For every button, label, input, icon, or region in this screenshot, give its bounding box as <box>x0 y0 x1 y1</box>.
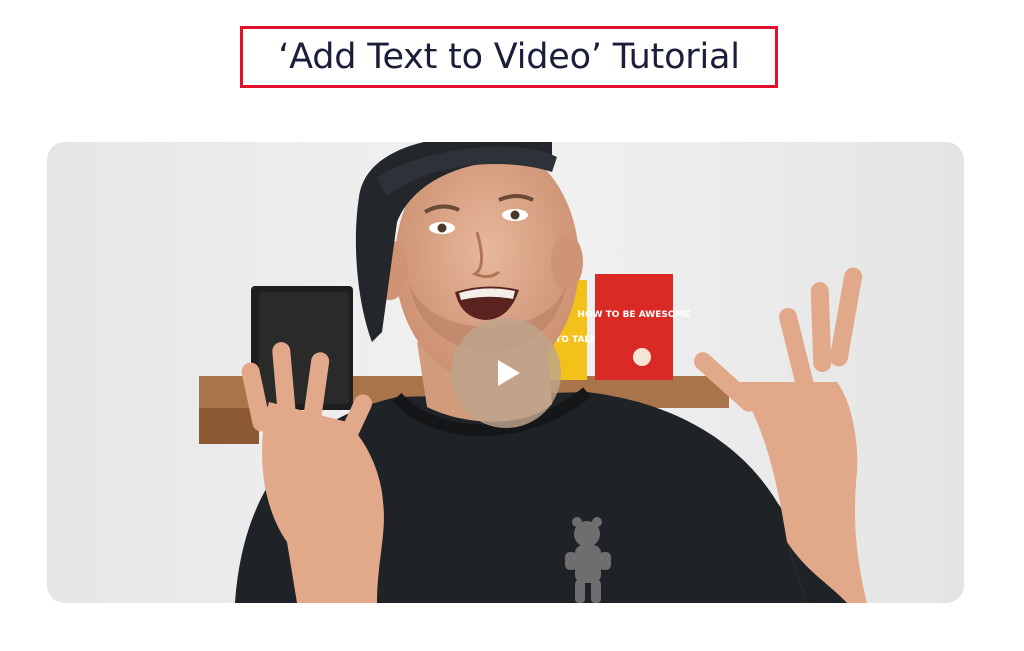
black-book-cover <box>259 292 349 404</box>
play-icon <box>498 360 520 386</box>
right-pupil <box>510 210 520 220</box>
video-player[interactable]: HOW TO TALK HOW TO BE AWESOME <box>47 142 964 603</box>
page: ‘Add Text to Video’ Tutorial HOW TO TALK… <box>0 0 1024 651</box>
play-button[interactable] <box>451 318 561 428</box>
red-book-title: HOW TO BE AWESOME <box>577 310 690 320</box>
right-ear <box>551 234 583 290</box>
shelf-bracket <box>199 408 259 444</box>
title-highlight-box: ‘Add Text to Video’ Tutorial <box>240 26 778 88</box>
page-title: ‘Add Text to Video’ Tutorial <box>278 37 740 77</box>
red-book <box>595 274 673 380</box>
left-pupil <box>437 223 447 233</box>
red-book-face-graphic <box>633 348 651 366</box>
